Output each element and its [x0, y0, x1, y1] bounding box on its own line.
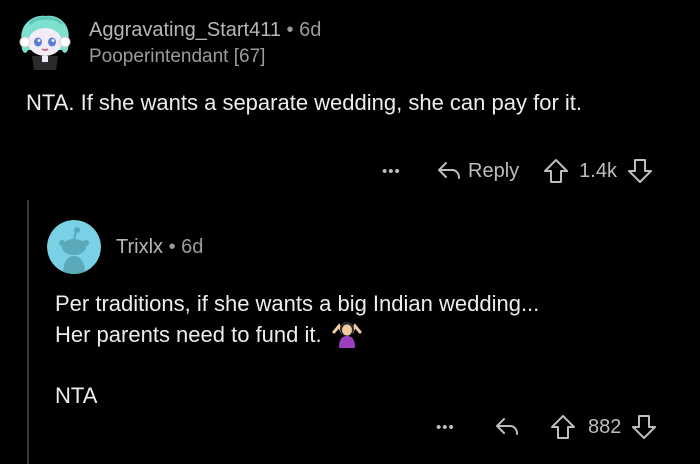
downvote-icon: [627, 159, 652, 183]
user-avatar[interactable]: [16, 12, 74, 70]
reply-actions: ••• 882: [436, 412, 657, 442]
more-button[interactable]: •••: [436, 419, 466, 436]
downvote-button[interactable]: [627, 158, 653, 184]
comment-meta: Aggravating_Start411 • 6d: [89, 19, 321, 42]
meta-separator: •: [168, 236, 176, 258]
downvote-button[interactable]: [631, 414, 657, 440]
user-flair: Pooperintendant [67]: [89, 46, 266, 67]
upvote-button[interactable]: [543, 158, 569, 184]
reply-body-line2: Her parents need to fund it.: [55, 322, 322, 347]
vote-count: 882: [588, 415, 622, 438]
comment-actions: ••• Reply 1.4k: [382, 156, 653, 186]
meta-separator: •: [286, 19, 294, 41]
more-button[interactable]: •••: [382, 163, 412, 180]
reply-button[interactable]: Reply: [436, 160, 519, 183]
reply-body-para2: NTA: [55, 383, 98, 408]
reply-age: 6d: [181, 236, 204, 258]
reply-user-avatar[interactable]: [47, 220, 101, 274]
reply-body-line1: Per traditions, if she wants a big India…: [55, 291, 540, 316]
reply-meta: Trixlx • 6d: [116, 236, 203, 259]
vote-count: 1.4k: [579, 159, 617, 182]
comment-body: NTA. If she wants a separate wedding, sh…: [26, 90, 582, 115]
reply-arrow-icon: [496, 418, 518, 435]
reply-label: Reply: [468, 159, 520, 182]
upvote-button[interactable]: [550, 414, 576, 440]
reply-username[interactable]: Trixlx: [116, 236, 163, 258]
upvote-icon: [551, 415, 575, 439]
reply-arrow-icon: [438, 162, 460, 179]
more-icon: •••: [436, 418, 455, 436]
more-icon: •••: [382, 162, 401, 180]
thread-line[interactable]: [27, 200, 29, 464]
comment-age: 6d: [299, 19, 322, 41]
snoo-avatar-icon: [19, 15, 71, 70]
reply-button[interactable]: [494, 416, 520, 438]
default-avatar-icon: [47, 220, 101, 274]
comment-username[interactable]: Aggravating_Start411: [89, 19, 281, 41]
reply-body: Per traditions, if she wants a big India…: [55, 288, 685, 411]
upvote-icon: [544, 159, 569, 183]
downvote-icon: [632, 415, 657, 439]
reply-body-line2-wrap: Her parents need to fund it.: [55, 319, 685, 356]
shrug-emoji-icon: [332, 320, 362, 356]
